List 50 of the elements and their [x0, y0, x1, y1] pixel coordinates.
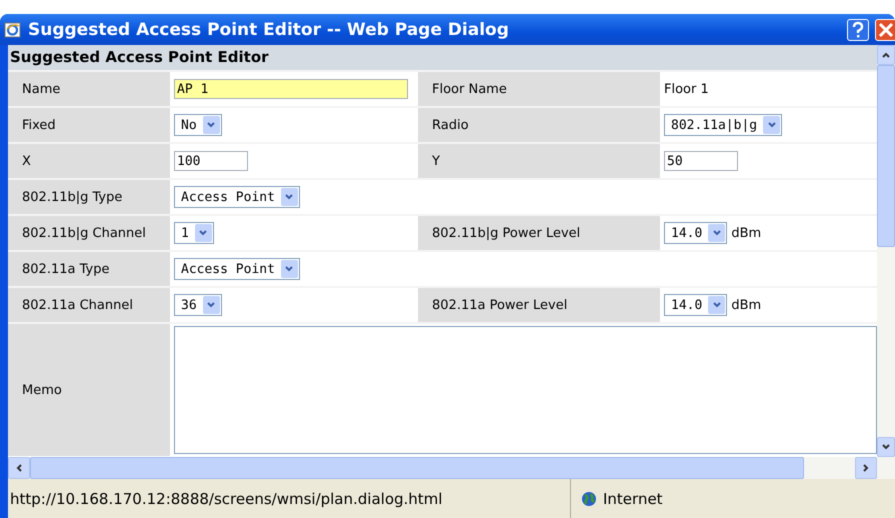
unit-label: dBm [731, 298, 762, 312]
scroll-right-icon[interactable] [855, 457, 877, 479]
help-icon[interactable] [847, 18, 869, 40]
field-label: 802.11b|g Power Level [418, 216, 660, 250]
dropdown[interactable]: 14.0 [664, 294, 728, 316]
dropdown[interactable]: Access Point [174, 258, 300, 280]
scroll-left-icon[interactable] [8, 457, 30, 479]
chevron-down-icon [763, 116, 780, 134]
chevron-down-icon [280, 260, 298, 278]
dropdown[interactable]: 36 [174, 294, 222, 316]
close-icon[interactable] [875, 18, 895, 40]
chevron-down-icon [280, 188, 298, 206]
dropdown[interactable]: 14.0 [664, 222, 728, 244]
scroll-down-icon[interactable] [877, 437, 895, 457]
field-label: 802.11a Channel [8, 288, 170, 322]
chevron-down-icon [194, 224, 212, 242]
chevron-down-icon [202, 116, 220, 134]
field-label: Y [418, 144, 660, 178]
field-label: 802.11b|g Type [8, 180, 170, 214]
window-title: Suggested Access Point Editor -- Web Page Dialog [28, 20, 510, 40]
dropdown[interactable]: 1 [174, 222, 214, 244]
field-value: Floor 1 [664, 82, 709, 96]
chevron-down-icon [202, 296, 220, 314]
unit-label: dBm [731, 226, 762, 240]
zone-label: Internet [603, 490, 663, 508]
scroll-up-icon[interactable] [877, 45, 895, 65]
field-label: 802.11a Type [8, 252, 170, 286]
chevron-down-icon [708, 296, 726, 314]
field-label: 802.11a Power Level [418, 288, 660, 322]
browser-icon [4, 20, 22, 38]
form-heading: Suggested Access Point Editor [8, 45, 877, 70]
field-label: 802.11b|g Channel [8, 216, 170, 250]
memo-field[interactable] [174, 326, 877, 454]
dropdown[interactable]: 802.11a|b|g [664, 114, 782, 136]
dropdown[interactable]: No [174, 114, 222, 136]
vertical-scrollbar[interactable] [877, 45, 895, 457]
field-label: Memo [8, 324, 170, 456]
text-field[interactable]: 50 [664, 151, 738, 171]
text-field[interactable]: 100 [174, 151, 248, 171]
scroll-thumb[interactable] [877, 65, 895, 247]
field-label: X [8, 144, 170, 178]
field-label: Name [8, 72, 170, 106]
chevron-down-icon [708, 224, 726, 242]
text-field[interactable]: AP 1 [174, 79, 408, 99]
dropdown[interactable]: Access Point [174, 186, 300, 208]
field-label: Floor Name [418, 72, 660, 106]
field-label: Fixed [8, 108, 170, 142]
globe-icon [581, 490, 597, 506]
status-url: http://10.168.170.12:8888/screens/wmsi/plan.dialog.html [8, 479, 571, 518]
field-label: Radio [418, 108, 660, 142]
